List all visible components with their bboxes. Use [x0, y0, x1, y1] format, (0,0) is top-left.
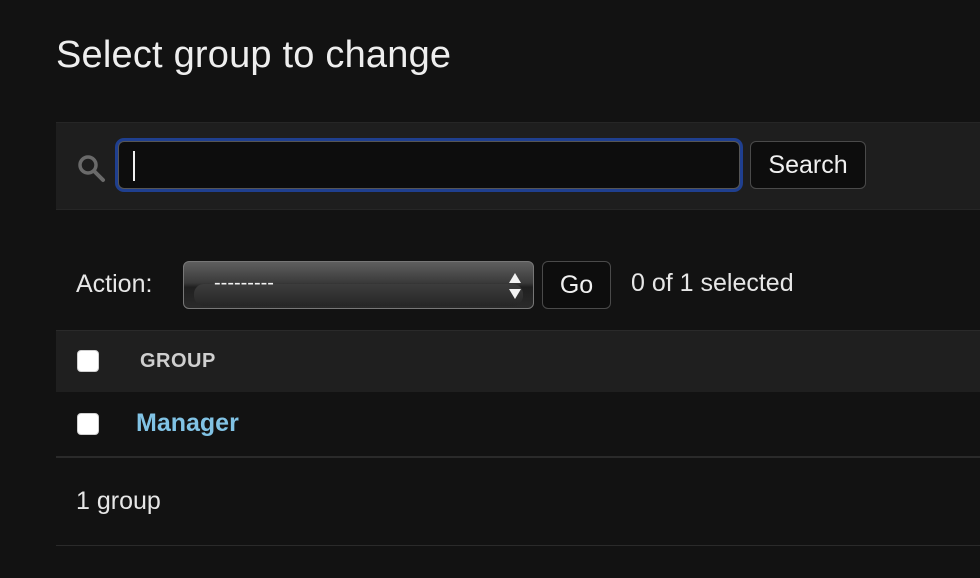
action-select-value: --------- [214, 272, 274, 294]
search-input[interactable] [118, 141, 740, 189]
search-button[interactable]: Search [750, 141, 866, 189]
search-toolbar: Search [56, 122, 980, 210]
table-row: Manager [56, 392, 980, 458]
action-select[interactable]: --------- [183, 261, 534, 309]
selected-count: 0 of 1 selected [631, 269, 794, 297]
page-title: Select group to change [56, 34, 452, 76]
select-arrows-icon [509, 273, 521, 299]
paginator-count: 1 group [76, 487, 161, 515]
go-button[interactable]: Go [542, 261, 611, 309]
action-label: Action: [76, 270, 153, 298]
row-checkbox[interactable] [77, 413, 99, 435]
select-all-checkbox[interactable] [77, 350, 99, 372]
change-list-page: Select group to change Search Action: --… [0, 0, 980, 578]
column-header-group[interactable]: GROUP [140, 350, 216, 373]
text-caret [133, 151, 135, 181]
search-icon [78, 155, 105, 182]
divider [56, 545, 980, 546]
group-link-manager[interactable]: Manager [136, 409, 239, 438]
table-header: GROUP [56, 330, 980, 393]
